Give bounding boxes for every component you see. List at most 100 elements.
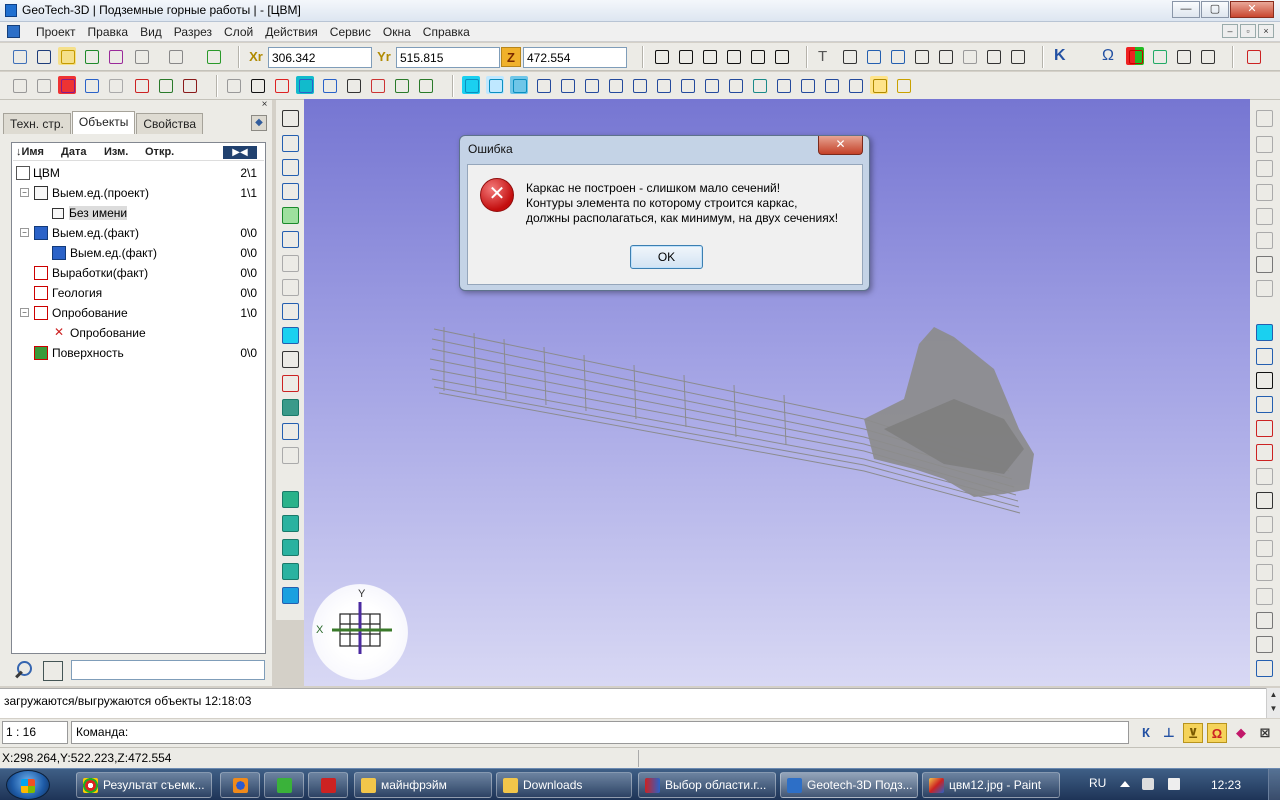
check-box-icon[interactable] (296, 76, 314, 94)
wand-icon[interactable] (894, 76, 912, 94)
doc-close-button[interactable]: × (1258, 24, 1274, 38)
solid-icon[interactable] (58, 76, 76, 94)
curve-icon[interactable] (282, 303, 299, 320)
log-scrollbar[interactable]: ▲ ▼ (1266, 688, 1280, 718)
cube-top-icon[interactable] (676, 47, 694, 65)
bridge-icon[interactable] (1256, 612, 1273, 629)
collapse-toggle[interactable]: − (20, 228, 29, 237)
cube-bottom-icon[interactable] (772, 47, 790, 65)
move-icon[interactable] (282, 231, 299, 248)
tree-item-surface[interactable]: Поверхность 0\0 (12, 343, 263, 363)
command-input[interactable]: Команда: (71, 721, 1129, 744)
column-date[interactable]: Дата (61, 146, 86, 158)
ok-button[interactable]: OK (630, 245, 703, 269)
stairs-icon[interactable] (416, 76, 434, 94)
document-tool-icon[interactable] (1008, 47, 1026, 65)
pencil-icon[interactable] (132, 76, 150, 94)
start-button[interactable] (6, 770, 50, 800)
select-region-icon[interactable] (282, 159, 299, 176)
collapse-toggle[interactable]: − (20, 188, 29, 197)
rotate-gear-icon[interactable] (630, 76, 648, 94)
extrude-icon[interactable] (282, 587, 299, 604)
flag-icon[interactable] (1168, 778, 1180, 790)
wedge-icon[interactable] (1256, 280, 1273, 297)
x-coord-input[interactable] (268, 47, 372, 68)
tree-item-excavation-project[interactable]: − Выем.ед.(проект) 1\1 (12, 183, 263, 203)
doc-restore-button[interactable]: ▫ (1240, 24, 1256, 38)
menu-edit[interactable]: Правка (82, 24, 135, 40)
tree-item-workings[interactable]: Выработки(факт) 0\0 (12, 263, 263, 283)
measure-line-icon[interactable] (558, 76, 576, 94)
snap-grid-icon[interactable]: ⊠ (1255, 723, 1275, 743)
network-icon[interactable] (344, 76, 362, 94)
node-icon[interactable] (282, 207, 299, 224)
align-icon[interactable] (1256, 516, 1273, 533)
list-filter-icon[interactable] (43, 661, 63, 681)
snap-yellow-icon[interactable]: ⊻ (1183, 723, 1203, 743)
document-icon[interactable] (7, 25, 20, 38)
cube-iso-icon[interactable] (748, 47, 766, 65)
tab-tech-structure[interactable]: Техн. стр. (3, 113, 71, 134)
brush-icon[interactable] (180, 76, 198, 94)
omega-icon[interactable]: Ω (1102, 47, 1114, 65)
counter-icon[interactable] (678, 76, 696, 94)
task-browser-results[interactable]: Результат съемк... (76, 772, 212, 798)
menu-section[interactable]: Разрез (168, 24, 218, 40)
menu-service[interactable]: Сервис (324, 24, 377, 40)
distribute-icon[interactable] (1256, 540, 1273, 557)
name-icon[interactable] (774, 76, 792, 94)
doc-minimize-button[interactable]: – (1222, 24, 1238, 38)
select-box-icon[interactable] (10, 76, 28, 94)
copy-layer-icon[interactable] (156, 76, 174, 94)
language-indicator[interactable]: RU (1089, 776, 1106, 790)
torus-icon[interactable] (1256, 136, 1273, 153)
bracket-icon[interactable] (1256, 396, 1273, 413)
cylinder-icon[interactable] (1256, 160, 1273, 177)
collapse-toggle[interactable]: − (20, 308, 29, 317)
cross-section-icon[interactable] (1256, 372, 1273, 389)
menu-actions[interactable]: Действия (259, 24, 324, 40)
tree-item-sampling[interactable]: − Опробование 1\0 (12, 303, 263, 323)
object-search-input[interactable] (71, 660, 265, 680)
cube-side-icon[interactable] (700, 47, 718, 65)
task-geotech[interactable]: Geotech-3D Подз... (780, 772, 918, 798)
menu-layer[interactable]: Слой (218, 24, 259, 40)
volume-muted-icon[interactable] (1142, 778, 1154, 790)
task-area-selection[interactable]: Выбор области.г... (638, 772, 776, 798)
tree-item-geology[interactable]: Геология 0\0 (12, 283, 263, 303)
menu-windows[interactable]: Окна (377, 24, 417, 40)
layers-green-icon[interactable] (282, 491, 299, 508)
point-edit-icon[interactable] (282, 183, 299, 200)
truck-icon[interactable] (320, 76, 338, 94)
task-star-app[interactable] (264, 772, 304, 798)
snap-perpendicular-icon[interactable]: ⊥ (1159, 723, 1179, 743)
filter-tool-icon[interactable] (1174, 47, 1192, 65)
magnet-icon[interactable]: Ω (1207, 723, 1227, 743)
snap-diamond-icon[interactable]: ◆ (1231, 723, 1251, 743)
tree-item-cvm[interactable]: ЦВМ 2\1 (12, 163, 263, 183)
collapse-columns-button[interactable]: ▶◀ (223, 146, 257, 159)
column-name[interactable]: ↓Имя (16, 146, 44, 158)
scale-display[interactable]: 1 : 16 (2, 721, 68, 744)
cyan-box-icon[interactable] (462, 76, 480, 94)
lasso-icon[interactable] (282, 351, 299, 368)
task-folder-mainframe[interactable]: майнфрэйм (354, 772, 492, 798)
scroll-up-icon[interactable]: ▲ (1267, 688, 1280, 702)
table-icon[interactable] (984, 47, 1002, 65)
search-icon[interactable] (14, 660, 34, 680)
grid-pattern-icon[interactable] (224, 76, 242, 94)
circle-icon[interactable] (912, 47, 930, 65)
select-icon[interactable] (282, 135, 299, 152)
menu-view[interactable]: Вид (134, 24, 168, 40)
print-icon[interactable] (1256, 492, 1273, 509)
layers-icon[interactable] (82, 47, 100, 65)
cog-icon[interactable] (606, 76, 624, 94)
arrow-left-icon[interactable] (702, 76, 720, 94)
pan-icon[interactable] (282, 447, 299, 464)
bar-chart-icon[interactable] (368, 76, 386, 94)
layer-paste-icon[interactable] (282, 539, 299, 556)
fill-icon[interactable] (282, 399, 299, 416)
pipe-icon[interactable] (1256, 256, 1273, 273)
tray-expand-icon[interactable] (1120, 781, 1130, 787)
select-arrow-icon[interactable] (1256, 660, 1273, 677)
